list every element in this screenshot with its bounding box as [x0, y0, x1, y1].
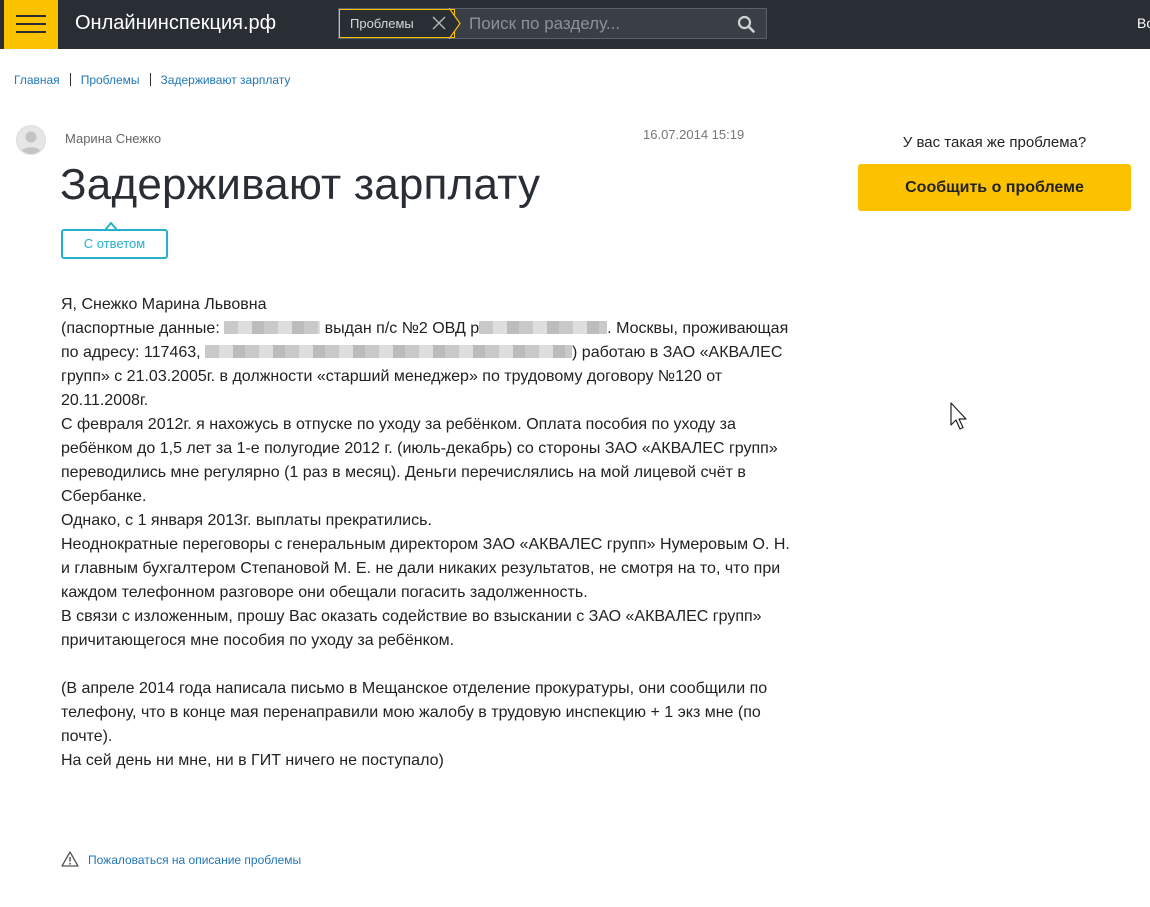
text-line: телефону, что в конце мая перенаправили …: [61, 704, 761, 721]
text-line: (паспортные данные: выдан п/с №2 ОВД р. …: [61, 320, 789, 337]
report-problem-button[interactable]: Сообщить о проблеме: [858, 164, 1131, 211]
warning-icon: [61, 851, 79, 867]
text-line: Сбербанке.: [61, 488, 147, 505]
site-title[interactable]: Онлайнинспекция.рф: [75, 12, 276, 35]
text-line: 20.11.2008г.: [61, 392, 149, 409]
search-filter-chip[interactable]: Проблемы: [339, 9, 455, 38]
text-line: (В апреле 2014 года написала письмо в Ме…: [61, 680, 768, 697]
mouse-pointer-icon: [950, 402, 967, 430]
redacted-passport: [224, 321, 321, 334]
top-bar: Онлайнинспекция.рф Проблемы Во: [0, 0, 1150, 49]
search-filter-label: Проблемы: [350, 16, 414, 31]
user-avatar-icon: [16, 125, 46, 155]
text-line: Я, Снежко Марина Львовна: [61, 296, 267, 313]
text-line: Неоднократные переговоры с генеральным д…: [61, 536, 790, 553]
text-line: каждом телефонном разговоре они обещали …: [61, 584, 588, 601]
chip-arrow-icon: [449, 8, 461, 39]
text-line: групп» с 21.03.2005г. в должности «старш…: [61, 368, 723, 385]
search-icon[interactable]: [737, 15, 755, 33]
problem-description: Я, Снежко Марина Львовна (паспортные дан…: [61, 293, 801, 773]
redacted-district: [479, 321, 608, 334]
breadcrumb-current[interactable]: Задерживают зарплату: [161, 73, 291, 87]
text-line: ребёнком до 1,5 лет за 1-е полугодие 201…: [61, 440, 778, 457]
breadcrumb-problems[interactable]: Проблемы: [81, 73, 140, 87]
text-line: На сей день ни мне, ни в ГИТ ничего не п…: [61, 752, 444, 769]
page-title: Задерживают зарплату: [60, 160, 541, 209]
breadcrumb: Главная Проблемы Задерживают зарплату: [14, 73, 290, 87]
sidebar-question: У вас такая же проблема?: [902, 134, 1087, 151]
text-line: по адресу: 117463, ) работаю в ЗАО «АКВА…: [61, 344, 783, 361]
text-line: почте).: [61, 728, 113, 745]
close-icon[interactable]: [432, 16, 446, 30]
text-line: причитающегося мне пособия по уходу за р…: [61, 632, 455, 649]
text-line: переводились мне регулярно (1 раз в меся…: [61, 464, 746, 481]
complain-link[interactable]: Пожаловаться на описание проблемы: [88, 853, 301, 867]
hamburger-menu-icon[interactable]: [4, 0, 58, 49]
breadcrumb-separator: [69, 73, 71, 86]
status-badge: С ответом: [61, 229, 168, 259]
text-line: С февраля 2012г. я нахожусь в отпуске по…: [61, 416, 736, 433]
search-input[interactable]: [467, 12, 721, 36]
search-bar: Проблемы: [338, 8, 767, 39]
author-name: Марина Снежко: [65, 131, 162, 146]
breadcrumb-home[interactable]: Главная: [14, 73, 60, 87]
text-line: и главным бухгалтером Степановой М. Е. н…: [61, 560, 781, 577]
text-line: В связи с изложенным, прошу Вас оказать …: [61, 608, 762, 625]
breadcrumb-separator: [149, 73, 151, 86]
post-date: 16.07.2014 15:19: [643, 127, 745, 142]
complaint-link-row: Пожаловаться на описание проблемы: [61, 851, 301, 867]
redacted-address: [205, 345, 573, 358]
top-right-link[interactable]: Во: [1137, 15, 1150, 31]
text-line: Однако, с 1 января 2013г. выплаты прекра…: [61, 512, 432, 529]
